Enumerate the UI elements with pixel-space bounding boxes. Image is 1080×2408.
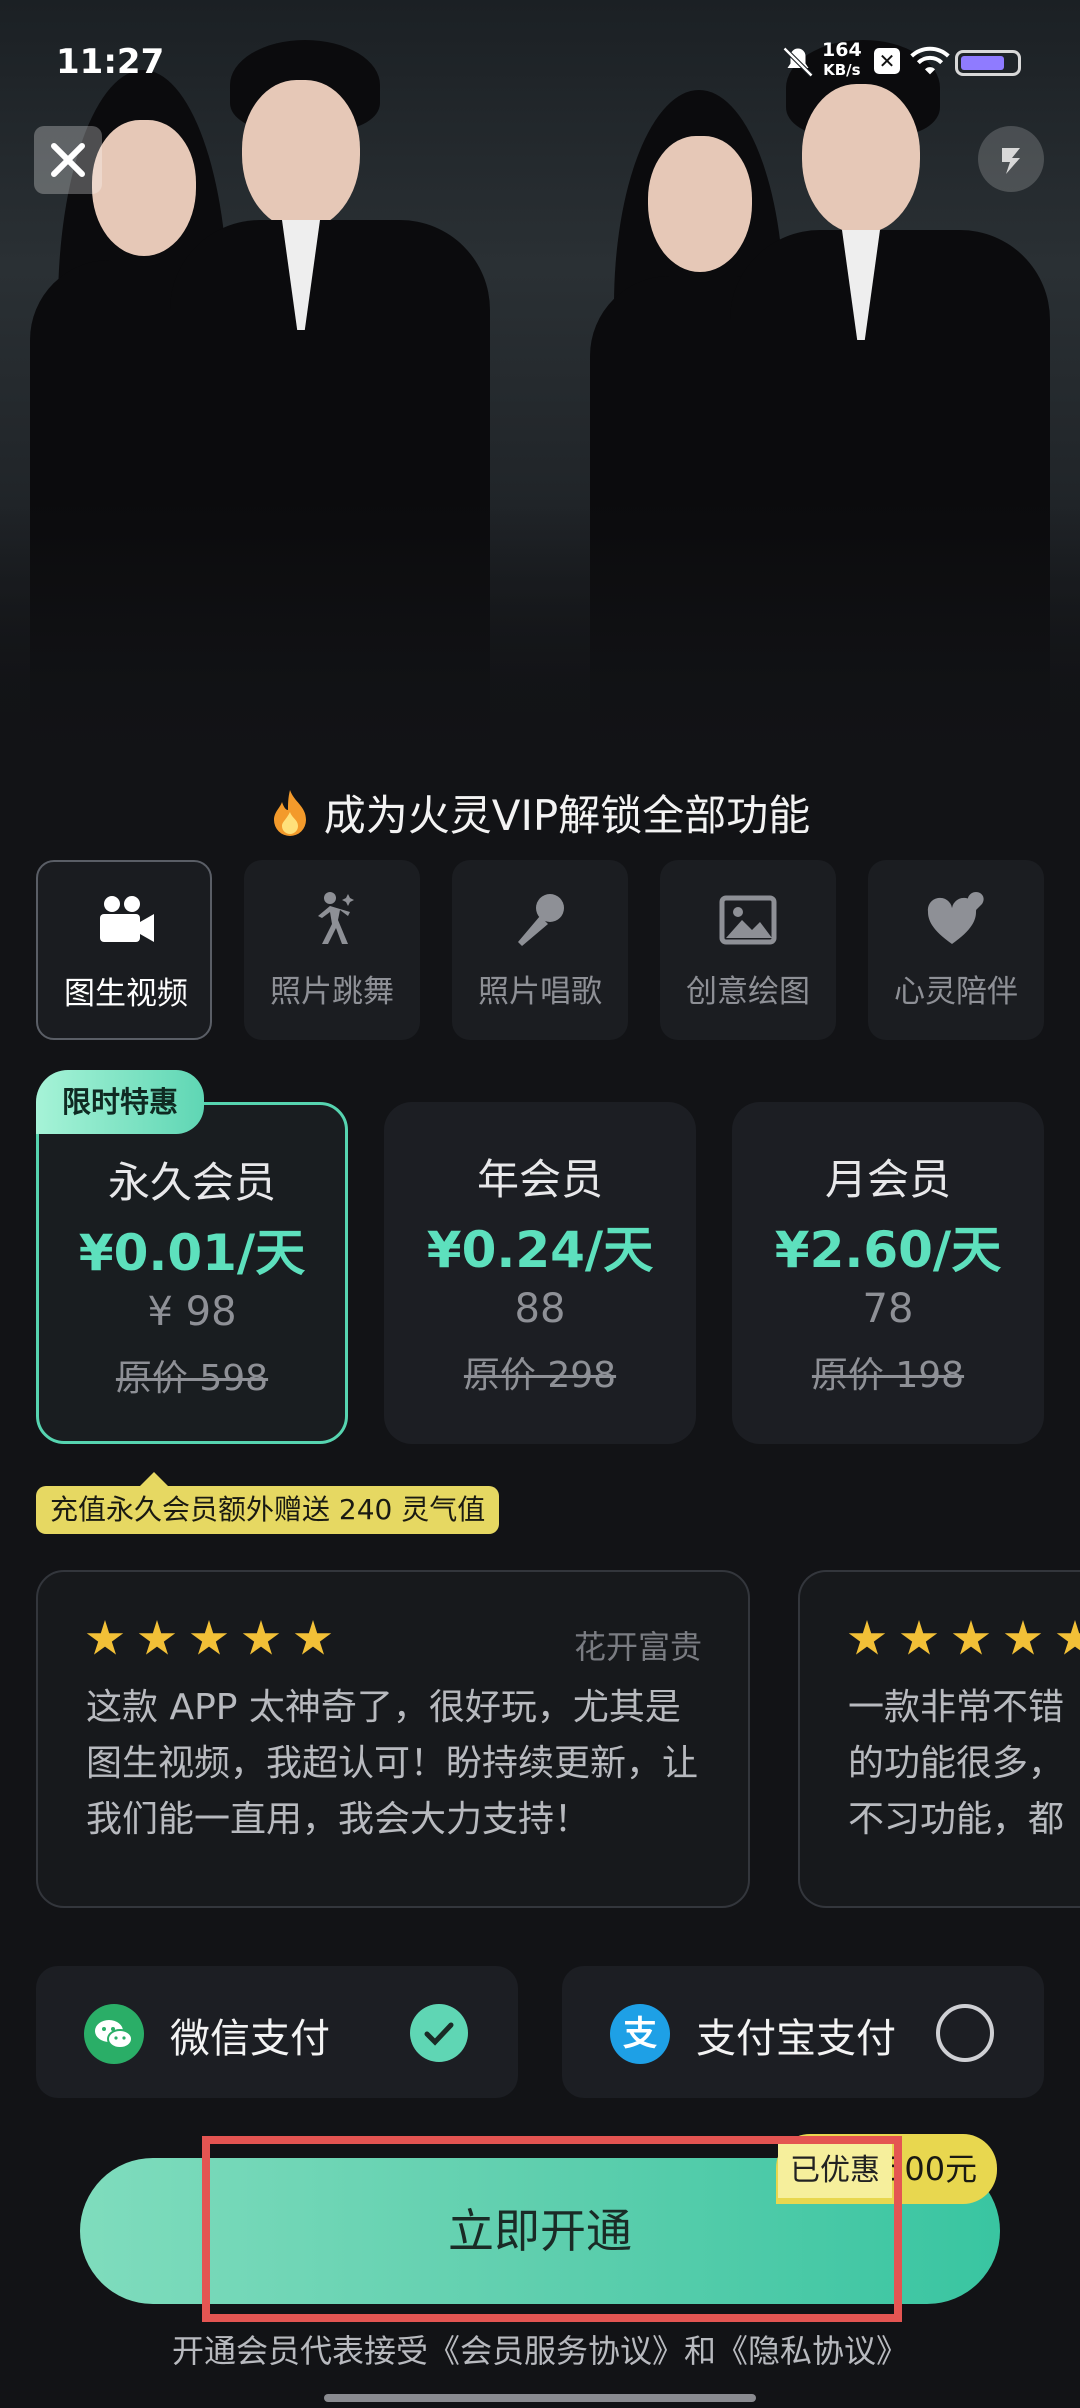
review-card: 一款非常不错的功能很多，不习功能，都很 xyxy=(798,1570,1080,1908)
limited-offer-badge: 限时特惠 xyxy=(36,1070,204,1134)
plan-per-day-price: ¥0.24/天 xyxy=(426,1221,654,1279)
radio-checked-icon[interactable] xyxy=(410,2004,468,2062)
tab-photo-sing[interactable]: 照片唱歌 xyxy=(452,860,628,1040)
vip-headline: 成为火灵VIP解锁全部功能 xyxy=(0,782,1080,843)
star-icon xyxy=(242,1620,280,1655)
alipay-icon: 支 xyxy=(610,2004,670,2064)
plan-price: ¥ 98 xyxy=(147,1289,237,1335)
highlight-box xyxy=(202,2136,902,2322)
star-icon xyxy=(848,1620,886,1655)
star-icon xyxy=(190,1620,228,1655)
star-icon xyxy=(1056,1620,1080,1655)
hero-banner-image xyxy=(0,0,1080,760)
restore-icon xyxy=(1002,148,1020,174)
tab-soul-companion[interactable]: 心灵陪伴 xyxy=(868,860,1044,1040)
plan-price: 78 xyxy=(862,1286,914,1332)
bonus-tip-arrow xyxy=(140,1472,168,1486)
hearts-icon xyxy=(927,892,984,944)
close-icon xyxy=(51,143,85,177)
star-rating xyxy=(848,1620,1080,1658)
plan-original-price: 原价 198 xyxy=(811,1355,965,1396)
plan-per-day-price: ¥0.01/天 xyxy=(78,1224,306,1282)
plan-original-price: 原价 298 xyxy=(463,1355,617,1396)
star-icon xyxy=(900,1620,938,1655)
status-time: 11:27 xyxy=(56,42,165,82)
plan-card-monthly[interactable]: 月会员 ¥2.60/天 78 原价 198 xyxy=(732,1102,1044,1444)
check-icon xyxy=(424,2022,454,2046)
review-text: 这款 APP 太神奇了，很好玩，尤其是图生视频，我超认可！盼持续更新，让我们能一… xyxy=(86,1687,699,1840)
radio-unchecked-icon[interactable] xyxy=(936,2004,994,2062)
star-icon xyxy=(952,1620,990,1655)
pay-label: 微信支付 xyxy=(170,2016,330,2062)
home-indicator xyxy=(324,2394,756,2402)
plan-name: 年会员 xyxy=(476,1155,603,1204)
star-rating xyxy=(86,1620,332,1658)
star-icon xyxy=(138,1620,176,1655)
review-author: 花开富贵 xyxy=(573,1628,702,1666)
tab-image-to-video[interactable]: 图生视频 xyxy=(36,860,212,1040)
tab-creative-drawing[interactable]: 创意绘图 xyxy=(660,860,836,1040)
review-text: 一款非常不错的功能很多，不习功能，都很 xyxy=(848,1687,1065,1840)
review-card: 花开富贵 这款 APP 太神奇了，很好玩，尤其是图生视频，我超认可！盼持续更新，… xyxy=(36,1570,750,1908)
status-bar: 11:27 164 KB/s ✕ xyxy=(0,0,1080,110)
plan-original-price: 原价 598 xyxy=(115,1358,269,1399)
star-icon xyxy=(294,1620,332,1655)
dancer-icon xyxy=(318,892,354,944)
plan-card-yearly[interactable]: 年会员 ¥0.24/天 88 原价 298 xyxy=(384,1102,696,1444)
agreement-text[interactable]: 开通会员代表接受《会员服务协议》和《隐私协议》 xyxy=(0,2326,1080,2372)
plan-card-lifetime[interactable]: 永久会员 ¥0.01/天 ¥ 98 原价 598 xyxy=(36,1102,348,1444)
battery-icon xyxy=(955,50,1021,76)
mute-bell-icon xyxy=(782,46,814,78)
pay-option-wechat[interactable]: 微信支付 xyxy=(36,1966,518,2098)
pay-label: 支付宝支付 xyxy=(696,2016,896,2062)
plan-name: 月会员 xyxy=(824,1155,951,1204)
bonus-tip: 充值永久会员额外赠送 240 灵气值 xyxy=(36,1486,500,1534)
video-camera-icon xyxy=(100,896,154,942)
restore-purchase-button[interactable] xyxy=(978,126,1044,192)
app-notification-icon: ✕ xyxy=(874,48,900,74)
star-icon xyxy=(86,1620,124,1655)
flame-icon xyxy=(273,790,306,836)
plan-name: 永久会员 xyxy=(107,1158,276,1207)
plan-price: 88 xyxy=(514,1286,566,1332)
tab-photo-dance[interactable]: 照片跳舞 xyxy=(244,860,420,1040)
wifi-icon xyxy=(910,46,950,75)
plan-per-day-price: ¥2.60/天 xyxy=(774,1221,1002,1279)
star-icon xyxy=(1004,1620,1042,1655)
microphone-icon xyxy=(518,894,564,946)
close-button[interactable] xyxy=(34,126,102,194)
image-icon xyxy=(719,895,777,945)
network-speed: 164 KB/s xyxy=(822,39,862,79)
wechat-icon xyxy=(84,2004,144,2064)
pay-option-alipay[interactable]: 支 支付宝支付 xyxy=(562,1966,1044,2098)
